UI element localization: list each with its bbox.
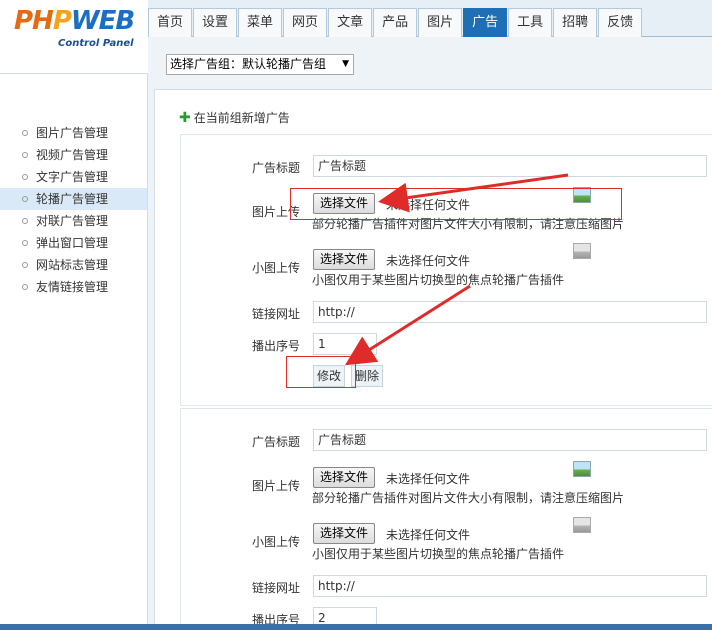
logo-area: PHPWEB Control Panel — [0, 0, 148, 74]
sidebar-item-0[interactable]: 图片广告管理 — [0, 122, 147, 144]
taskbar — [0, 624, 712, 630]
thumb-file-status: 未选择任何文件 — [386, 528, 471, 542]
sidebar-item-label: 视频广告管理 — [36, 148, 109, 162]
annotation-box-edit — [286, 356, 356, 388]
thumb-hint: 小图仅用于某些图片切换型的焦点轮播广告插件 — [312, 547, 565, 561]
tab-8[interactable]: 工具 — [508, 8, 553, 37]
sidebar-item-label: 友情链接管理 — [36, 280, 109, 294]
thumb-upload-label: 小图上传 — [252, 261, 301, 275]
sidebar-item-4[interactable]: 对联广告管理 — [0, 210, 147, 232]
choose-thumb-button[interactable]: 选择文件 — [313, 523, 376, 544]
tab-4[interactable]: 文章 — [328, 8, 373, 37]
tab-3[interactable]: 网页 — [283, 8, 328, 37]
tab-5[interactable]: 产品 — [373, 8, 418, 37]
plus-icon: ✚ — [179, 110, 191, 126]
link-label: 链接网址 — [252, 307, 301, 321]
sidebar-item-label: 图片广告管理 — [36, 126, 109, 140]
bullet-icon — [22, 262, 28, 268]
add-ad-link[interactable]: ✚ 在当前组新增广告 — [179, 109, 290, 126]
choose-image-button[interactable]: 选择文件 — [313, 467, 376, 488]
link-label: 链接网址 — [252, 581, 301, 595]
sidebar-item-1[interactable]: 视频广告管理 — [0, 144, 147, 166]
choose-thumb-button[interactable]: 选择文件 — [313, 249, 376, 270]
tab-0[interactable]: 首页 — [148, 8, 193, 37]
nav-tabs: 首页 设置 菜单 网页 文章 产品 图片 广告 工具 招聘 反馈 — [148, 8, 643, 37]
logo-subtitle: Control Panel — [58, 38, 134, 49]
sidebar-item-label: 弹出窗口管理 — [36, 236, 109, 250]
bullet-icon — [22, 174, 28, 180]
order-input[interactable]: 1 — [313, 333, 377, 355]
chevron-down-icon: ▼ — [342, 59, 349, 69]
tab-7[interactable]: 广告 — [463, 8, 508, 37]
title-input[interactable]: 广告标题 — [313, 155, 707, 177]
sidebar-item-3[interactable]: 轮播广告管理 — [0, 188, 147, 210]
ad-group-select[interactable]: 选择广告组：默认轮播广告组 ▼ — [166, 54, 354, 75]
thumb-upload-label: 小图上传 — [252, 535, 301, 549]
sidebar-list: 图片广告管理 视频广告管理 文字广告管理 轮播广告管理 对联广告管理 弹出窗口管理 网站标志… — [0, 122, 147, 298]
sidebar-item-6[interactable]: 网站标志管理 — [0, 254, 147, 276]
logo: PHPWEB — [14, 6, 135, 36]
sidebar-item-2[interactable]: 文字广告管理 — [0, 166, 147, 188]
bullet-icon — [22, 152, 28, 158]
tab-6[interactable]: 图片 — [418, 8, 463, 37]
thumb-file-status: 未选择任何文件 — [386, 254, 471, 268]
order-label: 播出序号 — [252, 339, 301, 353]
annotation-box-image-upload — [290, 188, 622, 220]
main-content: 选择广告组：默认轮播广告组 ▼ ✚ 在当前组新增广告 广告标题 广告标题 图片上传… — [148, 37, 712, 630]
image-file-status: 未选择任何文件 — [386, 472, 471, 486]
add-ad-label: 在当前组新增广告 — [193, 111, 290, 125]
image-hint: 部分轮播广告插件对图片文件大小有限制，请注意压缩图片 — [312, 491, 625, 505]
tab-1[interactable]: 设置 — [193, 8, 238, 37]
sidebar-item-label: 轮播广告管理 — [36, 192, 109, 206]
tab-2[interactable]: 菜单 — [238, 8, 283, 37]
tab-9[interactable]: 招聘 — [553, 8, 598, 37]
sidebar-item-label: 网站标志管理 — [36, 258, 109, 272]
bullet-icon — [22, 130, 28, 136]
image-placeholder-icon — [573, 243, 591, 259]
bullet-icon — [22, 284, 28, 290]
image-icon — [573, 461, 591, 477]
sidebar: 图片广告管理 视频广告管理 文字广告管理 轮播广告管理 对联广告管理 弹出窗口管理 网站标志… — [0, 74, 148, 630]
link-input[interactable]: http:// — [313, 301, 707, 323]
thumb-hint: 小图仅用于某些图片切换型的焦点轮播广告插件 — [312, 273, 565, 287]
title-input[interactable]: 广告标题 — [313, 429, 707, 451]
bullet-icon — [22, 196, 28, 202]
ad-block-2: 广告标题 广告标题 图片上传 选择文件 未选择任何文件 部分轮播广告插件对图片文… — [180, 408, 712, 630]
link-input[interactable]: http:// — [313, 575, 707, 597]
ad-panel: ✚ 在当前组新增广告 广告标题 广告标题 图片上传 选择文件 未选择任何文件 部分… — [154, 89, 712, 630]
bullet-icon — [22, 218, 28, 224]
sidebar-item-label: 文字广告管理 — [36, 170, 109, 184]
ad-group-select-value: 选择广告组：默认轮播广告组 — [170, 57, 327, 71]
tab-10[interactable]: 反馈 — [598, 8, 643, 37]
sidebar-item-7[interactable]: 友情链接管理 — [0, 276, 147, 298]
bullet-icon — [22, 240, 28, 246]
sidebar-item-5[interactable]: 弹出窗口管理 — [0, 232, 147, 254]
title-label: 广告标题 — [252, 435, 301, 449]
top-nav: 首页 设置 菜单 网页 文章 产品 图片 广告 工具 招聘 反馈 — [148, 0, 712, 37]
image-placeholder-icon — [573, 517, 591, 533]
ad-block-1: 广告标题 广告标题 图片上传 选择文件 未选择任何文件 部分轮播广告插件对图片文… — [180, 134, 712, 406]
title-label: 广告标题 — [252, 161, 301, 175]
sidebar-item-label: 对联广告管理 — [36, 214, 109, 228]
image-upload-label: 图片上传 — [252, 479, 301, 493]
